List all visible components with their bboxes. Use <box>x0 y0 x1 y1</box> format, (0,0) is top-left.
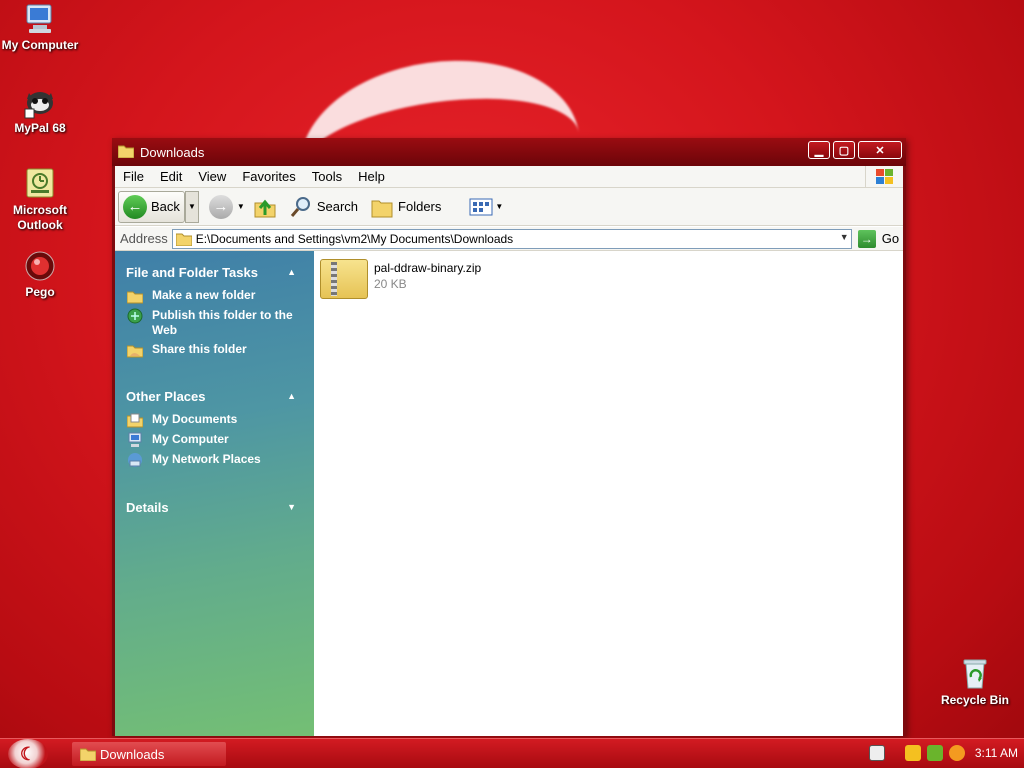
desktop-icon-label: Pego <box>25 285 55 299</box>
file-size: 20 KB <box>374 277 407 291</box>
desktop-icon-label: Recycle Bin <box>940 693 1010 707</box>
taskbar-item-downloads[interactable]: Downloads <box>72 742 226 766</box>
computer-icon <box>23 2 57 36</box>
title-bar[interactable]: Downloads ▁ ▢ ✕ <box>112 138 906 166</box>
search-icon[interactable] <box>948 745 965 761</box>
file-list[interactable]: pal-ddraw-binary.zip 20 KB <box>314 251 903 736</box>
views-button[interactable]: ▼ <box>465 191 507 223</box>
recycle-bin-icon <box>958 657 992 691</box>
standard-toolbar: ← Back ▼ → ▼ Search Folders ▼ <box>115 188 903 226</box>
expand-icon[interactable]: ▼ <box>287 502 296 512</box>
shield-icon[interactable] <box>904 745 921 761</box>
outlook-icon <box>23 167 57 201</box>
address-value: E:\Documents and Settings\vm2\My Documen… <box>195 231 514 246</box>
address-bar: Address E:\Documents and Settings\vm2\My… <box>115 227 903 251</box>
network-icon <box>128 453 142 467</box>
up-button[interactable] <box>249 191 281 223</box>
keyboard-icon[interactable] <box>868 745 885 761</box>
raccoon-icon <box>23 85 57 119</box>
desktop-icon-pego[interactable]: Pego <box>0 249 80 300</box>
collapse-icon[interactable]: ▲ <box>287 267 296 277</box>
task-share-folder[interactable]: Share this folder <box>115 342 314 358</box>
search-button[interactable]: Search <box>285 191 362 223</box>
desktop-icon-label: My Computer <box>1 38 79 52</box>
window-title: Downloads <box>140 144 205 160</box>
forward-history-dropdown[interactable]: ▼ <box>237 191 249 223</box>
network-icon[interactable] <box>926 745 943 761</box>
file-item[interactable]: pal-ddraw-binary.zip 20 KB <box>320 259 481 299</box>
folders-icon <box>371 200 393 217</box>
pego-icon <box>23 249 57 283</box>
folder-icon <box>117 144 135 161</box>
menu-view[interactable]: View <box>190 169 234 184</box>
documents-folder-icon <box>127 413 143 428</box>
system-tray: 3:11 AM <box>868 745 1018 761</box>
go-label: Go <box>881 231 900 246</box>
zip-folder-icon <box>320 259 368 299</box>
forward-arrow-icon: → <box>208 194 233 219</box>
address-dropdown-arrow[interactable]: ▼ <box>840 232 849 242</box>
views-icon <box>469 198 493 215</box>
file-folder-tasks-section: File and Folder Tasks ▲ Make a new folde… <box>115 261 314 362</box>
menu-help[interactable]: Help <box>350 169 393 184</box>
section-header[interactable]: Other Places ▲ <box>115 385 314 407</box>
windows-logo-icon <box>865 166 903 188</box>
folder-icon <box>80 748 96 761</box>
other-places-section: Other Places ▲ My Documents My Computer … <box>115 385 314 472</box>
chevron-down-icon: ▼ <box>495 202 504 211</box>
menu-bar: File Edit View Favorites Tools Help <box>115 166 903 188</box>
menu-edit[interactable]: Edit <box>152 169 190 184</box>
back-arrow-icon: ← <box>123 194 147 219</box>
back-label: Back <box>151 199 180 214</box>
folder-icon <box>175 233 192 246</box>
address-input[interactable]: E:\Documents and Settings\vm2\My Documen… <box>171 228 852 249</box>
desktop-icon-outlook[interactable]: Microsoft Outlook <box>0 167 80 233</box>
globe-icon <box>127 308 143 324</box>
desktop-icon-label: MyPal 68 <box>14 121 66 135</box>
details-section: Details ▼ <box>115 496 314 518</box>
desktop-icon-label: Microsoft Outlook <box>13 203 67 232</box>
folders-button[interactable]: Folders <box>366 191 445 223</box>
menu-favorites[interactable]: Favorites <box>234 169 303 184</box>
collapse-icon[interactable]: ▲ <box>287 391 296 401</box>
desktop-icon-my-computer[interactable]: My Computer <box>0 2 80 53</box>
file-name: pal-ddraw-binary.zip <box>374 261 482 275</box>
explorer-window: Downloads ▁ ▢ ✕ File Edit View Favorites… <box>112 138 906 736</box>
menu-tools[interactable]: Tools <box>304 169 350 184</box>
search-label: Search <box>316 199 359 214</box>
section-header[interactable]: Details ▼ <box>115 496 314 518</box>
search-icon <box>290 196 310 217</box>
maximize-button[interactable]: ▢ <box>833 141 855 159</box>
share-folder-icon <box>127 345 143 358</box>
forward-button[interactable]: → <box>205 191 237 223</box>
taskbar: ☾ Downloads 3:11 AM <box>0 738 1024 768</box>
task-pane: File and Folder Tasks ▲ Make a new folde… <box>115 251 314 736</box>
go-button[interactable]: → Go <box>857 229 900 248</box>
desktop-icon-mypal[interactable]: MyPal 68 <box>0 85 80 136</box>
folders-label: Folders <box>398 199 442 214</box>
go-arrow-icon: → <box>857 229 876 248</box>
place-my-computer[interactable]: My Computer <box>115 432 314 448</box>
clock[interactable]: 3:11 AM <box>975 746 1018 760</box>
task-make-new-folder[interactable]: Make a new folder <box>115 288 314 304</box>
back-history-dropdown[interactable]: ▼ <box>184 190 199 223</box>
section-header[interactable]: File and Folder Tasks ▲ <box>115 261 314 283</box>
task-publish-to-web[interactable]: Publish this folder to the Web <box>115 308 314 338</box>
menu-file[interactable]: File <box>115 169 152 184</box>
new-folder-icon <box>127 291 143 304</box>
start-button[interactable]: ☾ <box>8 739 48 768</box>
place-my-documents[interactable]: My Documents <box>115 412 314 428</box>
address-label: Address <box>120 231 168 246</box>
desktop-icon-recycle-bin[interactable]: Recycle Bin <box>935 657 1015 708</box>
close-button[interactable]: ✕ <box>858 141 902 159</box>
computer-icon <box>128 432 142 447</box>
minimize-button[interactable]: ▁ <box>808 141 830 159</box>
back-button[interactable]: ← Back <box>118 190 185 223</box>
up-folder-icon <box>254 199 276 217</box>
place-my-network-places[interactable]: My Network Places <box>115 452 314 468</box>
